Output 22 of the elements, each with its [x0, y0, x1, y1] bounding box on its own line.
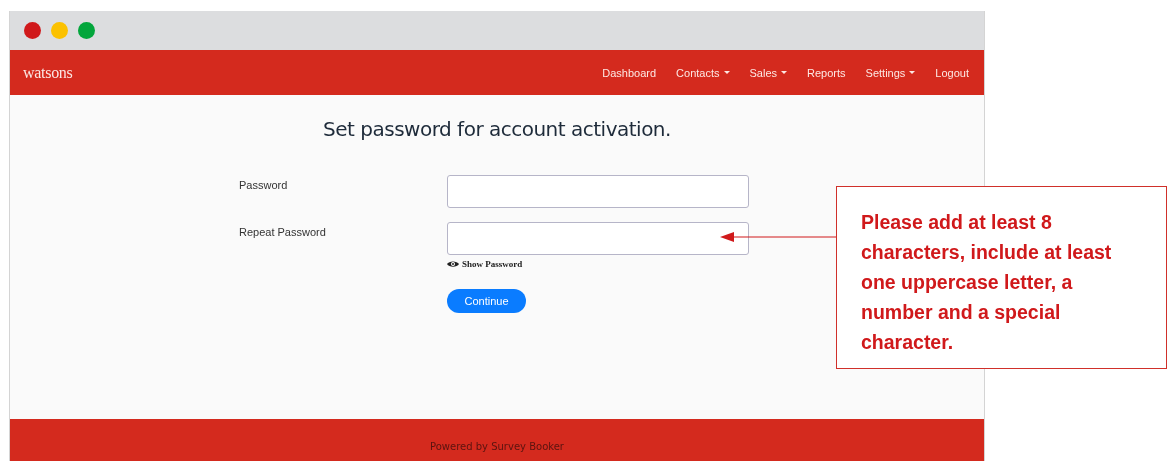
nav-link[interactable]: Reports: [807, 66, 846, 79]
field-label: Password: [239, 178, 289, 193]
password-field[interactable]: [447, 222, 749, 255]
brand-logo[interactable]: watsons: [23, 63, 73, 82]
nav-link[interactable]: Logout: [935, 66, 969, 79]
window-control[interactable]: [24, 22, 41, 39]
caret-icon: [723, 71, 730, 74]
eye-icon: [447, 259, 459, 268]
caret-icon: [909, 71, 916, 74]
nav-link[interactable]: Contacts: [676, 66, 730, 79]
field-label: Repeat Password: [239, 225, 327, 240]
password-field[interactable]: [447, 175, 749, 208]
nav-link[interactable]: Settings: [865, 66, 916, 79]
page-title: Set password for account activation.: [323, 117, 671, 141]
nav-link[interactable]: Dashboard: [602, 66, 657, 79]
show-password-toggle[interactable]: Show Password: [447, 258, 523, 269]
callout-text: Please add at least 8 characters, include at least one uppercase letter, a number and a special character.: [861, 210, 1113, 355]
footer-text: Powered by Survey Booker: [430, 440, 564, 452]
continue-button[interactable]: Continue: [447, 289, 526, 313]
window-control[interactable]: [78, 22, 95, 39]
caret-icon: [781, 71, 788, 74]
nav-link[interactable]: Sales: [749, 66, 788, 79]
